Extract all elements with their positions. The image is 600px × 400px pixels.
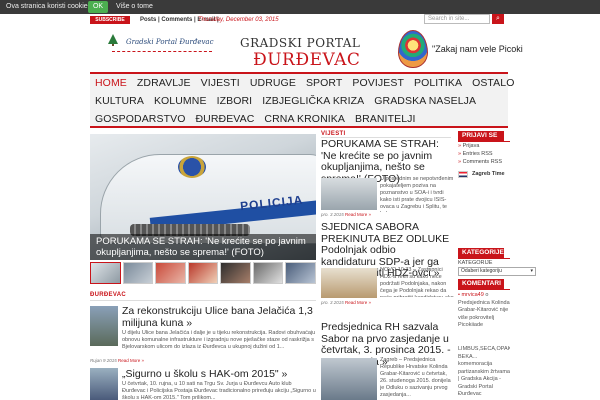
article-excerpt: U dijelu Ulice bana Jelačića i dalje je … — [122, 330, 316, 350]
article-meta: Rujan 9 2015 Read More » — [90, 358, 144, 363]
article-meta: pro. 3 2015 Read More » — [321, 212, 371, 217]
nav-zdravlje[interactable]: ZDRAVLJE — [132, 77, 196, 89]
article-thumbnail[interactable] — [90, 368, 118, 400]
categories-label: KATEGORIJE — [458, 260, 493, 266]
sidebar-comments-heading: KOMENTARI — [458, 279, 504, 289]
article-date: pro. 3 2015 — [321, 212, 344, 217]
nav-izbori[interactable]: IZBORI — [212, 95, 258, 107]
cookie-more-link[interactable]: Više o tome — [116, 3, 153, 10]
sidebar-link-prijava[interactable]: » Prijava — [458, 142, 479, 150]
article-thumbnail[interactable] — [321, 178, 377, 210]
nav-home[interactable]: HOME — [90, 77, 132, 89]
nav-povijest[interactable]: POVIJEST — [347, 77, 409, 89]
recent-comment[interactable]: LIMBUŠ,SEĆA,OPAKA BEKA... komemoracija p… — [458, 346, 510, 400]
nav-kultura[interactable]: KULTURA — [90, 95, 149, 107]
article-title[interactable]: Za rekonstrukciju Ulice bana Jelačića 1,… — [122, 305, 316, 329]
comment-author[interactable]: mrvica49 — [461, 292, 483, 298]
slider-thumb[interactable] — [285, 262, 317, 284]
nav-gradska-naselja[interactable]: GRADSKA NASELJA — [369, 95, 481, 107]
nav-ostalo[interactable]: OSTALO — [467, 77, 519, 89]
christmas-tree-icon — [108, 34, 118, 46]
slider-thumb[interactable] — [187, 262, 219, 284]
sidebar-link-comments-rss[interactable]: » Comments RSS — [458, 158, 502, 166]
nav-sport[interactable]: SPORT — [301, 77, 347, 89]
article-thumbnail[interactable] — [90, 306, 118, 346]
cookie-text: Ova stranica koristi cookie — [6, 3, 88, 10]
sidebar-link-entries-rss[interactable]: » Entries RSS — [458, 150, 493, 158]
police-badge-icon — [178, 156, 206, 178]
small-logo-text: Gradski Portal Đurđevac — [126, 38, 214, 46]
chevron-down-icon: ▾ — [530, 268, 533, 274]
comment-text[interactable]: LIMBUŠ,SEĆA,OPAKA BEKA... komemoracija p… — [458, 346, 510, 397]
article-meta: pro. 3 2015 Read More » — [321, 300, 371, 305]
read-more-link[interactable]: Read More » — [345, 212, 371, 217]
main-nav: HOME ZDRAVLJE VIJESTI UDRUGE SPORT POVIJ… — [90, 74, 514, 128]
site-title-line2[interactable]: ĐURĐEVAC — [253, 50, 360, 70]
slider-thumb[interactable] — [122, 262, 154, 284]
nav-vijesti[interactable]: VIJESTI — [196, 77, 245, 89]
slider-thumb[interactable] — [90, 262, 121, 284]
zagreb-time-label[interactable]: Zagreb Time — [472, 170, 505, 178]
easter-egg-image — [398, 30, 428, 68]
section-divider — [90, 300, 316, 301]
slider-thumbnails — [90, 262, 317, 284]
nav-crna-kronika[interactable]: CRNA KRONIKA — [259, 113, 350, 125]
nav-durdevac[interactable]: ĐURĐEVAC — [190, 113, 259, 125]
article-date: Rujan 9 2015 — [90, 358, 117, 363]
article-excerpt: Zagreb – Predsjednica Republike Hrvatske… — [380, 357, 451, 398]
search-icon[interactable]: ⌕ — [492, 14, 504, 24]
cookie-bar: Ova stranica koristi cookie OK Više o to… — [0, 0, 600, 14]
article-title[interactable]: „Sigurno u školu s HAK-om 2015" » — [122, 368, 316, 380]
article-thumbnail[interactable] — [321, 358, 377, 400]
section-label-durdevac[interactable]: ĐURĐEVAC — [90, 292, 126, 298]
article-date: pro. 3 2015 — [321, 300, 344, 305]
search-input[interactable]: Search in site... — [424, 14, 490, 24]
small-logo[interactable]: Gradski Portal Đurđevac — [108, 32, 218, 56]
current-date: Thursday, December 03, 2015 — [198, 17, 279, 23]
featured-slider[interactable]: POLICIJA PORUKAMA SE STRAH: 'Ne krećite … — [90, 134, 316, 260]
slide-caption[interactable]: PORUKAMA SE STRAH: 'Ne krećite se po jav… — [90, 234, 316, 260]
article-excerpt: U posrednim se nepotvrđenim pokajateljem… — [380, 176, 454, 212]
nav-izbjeglicka-kriza[interactable]: IZBJEGLIČKA KRIZA — [257, 95, 369, 107]
header-quote: "Zakaj nam vele Picoki — [432, 44, 523, 54]
slider-thumb[interactable] — [252, 262, 284, 284]
article-excerpt: U četvrtak, 10. rujna, u 10 sati na Trgu… — [122, 381, 316, 400]
sleigh-decoration — [112, 48, 212, 52]
sidebar-divider — [458, 289, 510, 290]
nav-gospodarstvo[interactable]: GOSPODARSTVO — [90, 113, 190, 125]
nav-politika[interactable]: POLITIKA — [409, 77, 467, 89]
subscribe-button[interactable]: SUBSCRIBE — [90, 16, 130, 24]
slider-thumb[interactable] — [155, 262, 186, 284]
slider-thumb[interactable] — [220, 262, 251, 284]
cookie-ok-button[interactable]: OK — [88, 1, 108, 13]
category-select[interactable]: Odaberi kategoriju ▾ — [458, 267, 536, 276]
nav-branitelji[interactable]: BRANITELJI — [350, 113, 421, 125]
nav-kolumne[interactable]: KOLUMNE — [149, 95, 212, 107]
article-thumbnail[interactable] — [321, 268, 377, 298]
recent-comment[interactable]: • mrvica49 o Predsjednica Kolinda Grabar… — [458, 292, 510, 326]
sidebar-categories-heading: KATEGORIJE — [458, 248, 504, 258]
site-title-line1[interactable]: GRADSKI PORTAL — [240, 36, 360, 50]
croatia-flag-icon — [458, 171, 468, 178]
sidebar-login-heading: PRIJAVI SE — [458, 131, 504, 141]
read-more-link[interactable]: Read More » — [345, 300, 371, 305]
nav-udruge[interactable]: UDRUGE — [245, 77, 301, 89]
read-more-link[interactable]: Read More » — [118, 358, 144, 363]
article-excerpt: NOVO 10:33 – Zastupnici HDZ-a rekli su k… — [380, 267, 454, 297]
